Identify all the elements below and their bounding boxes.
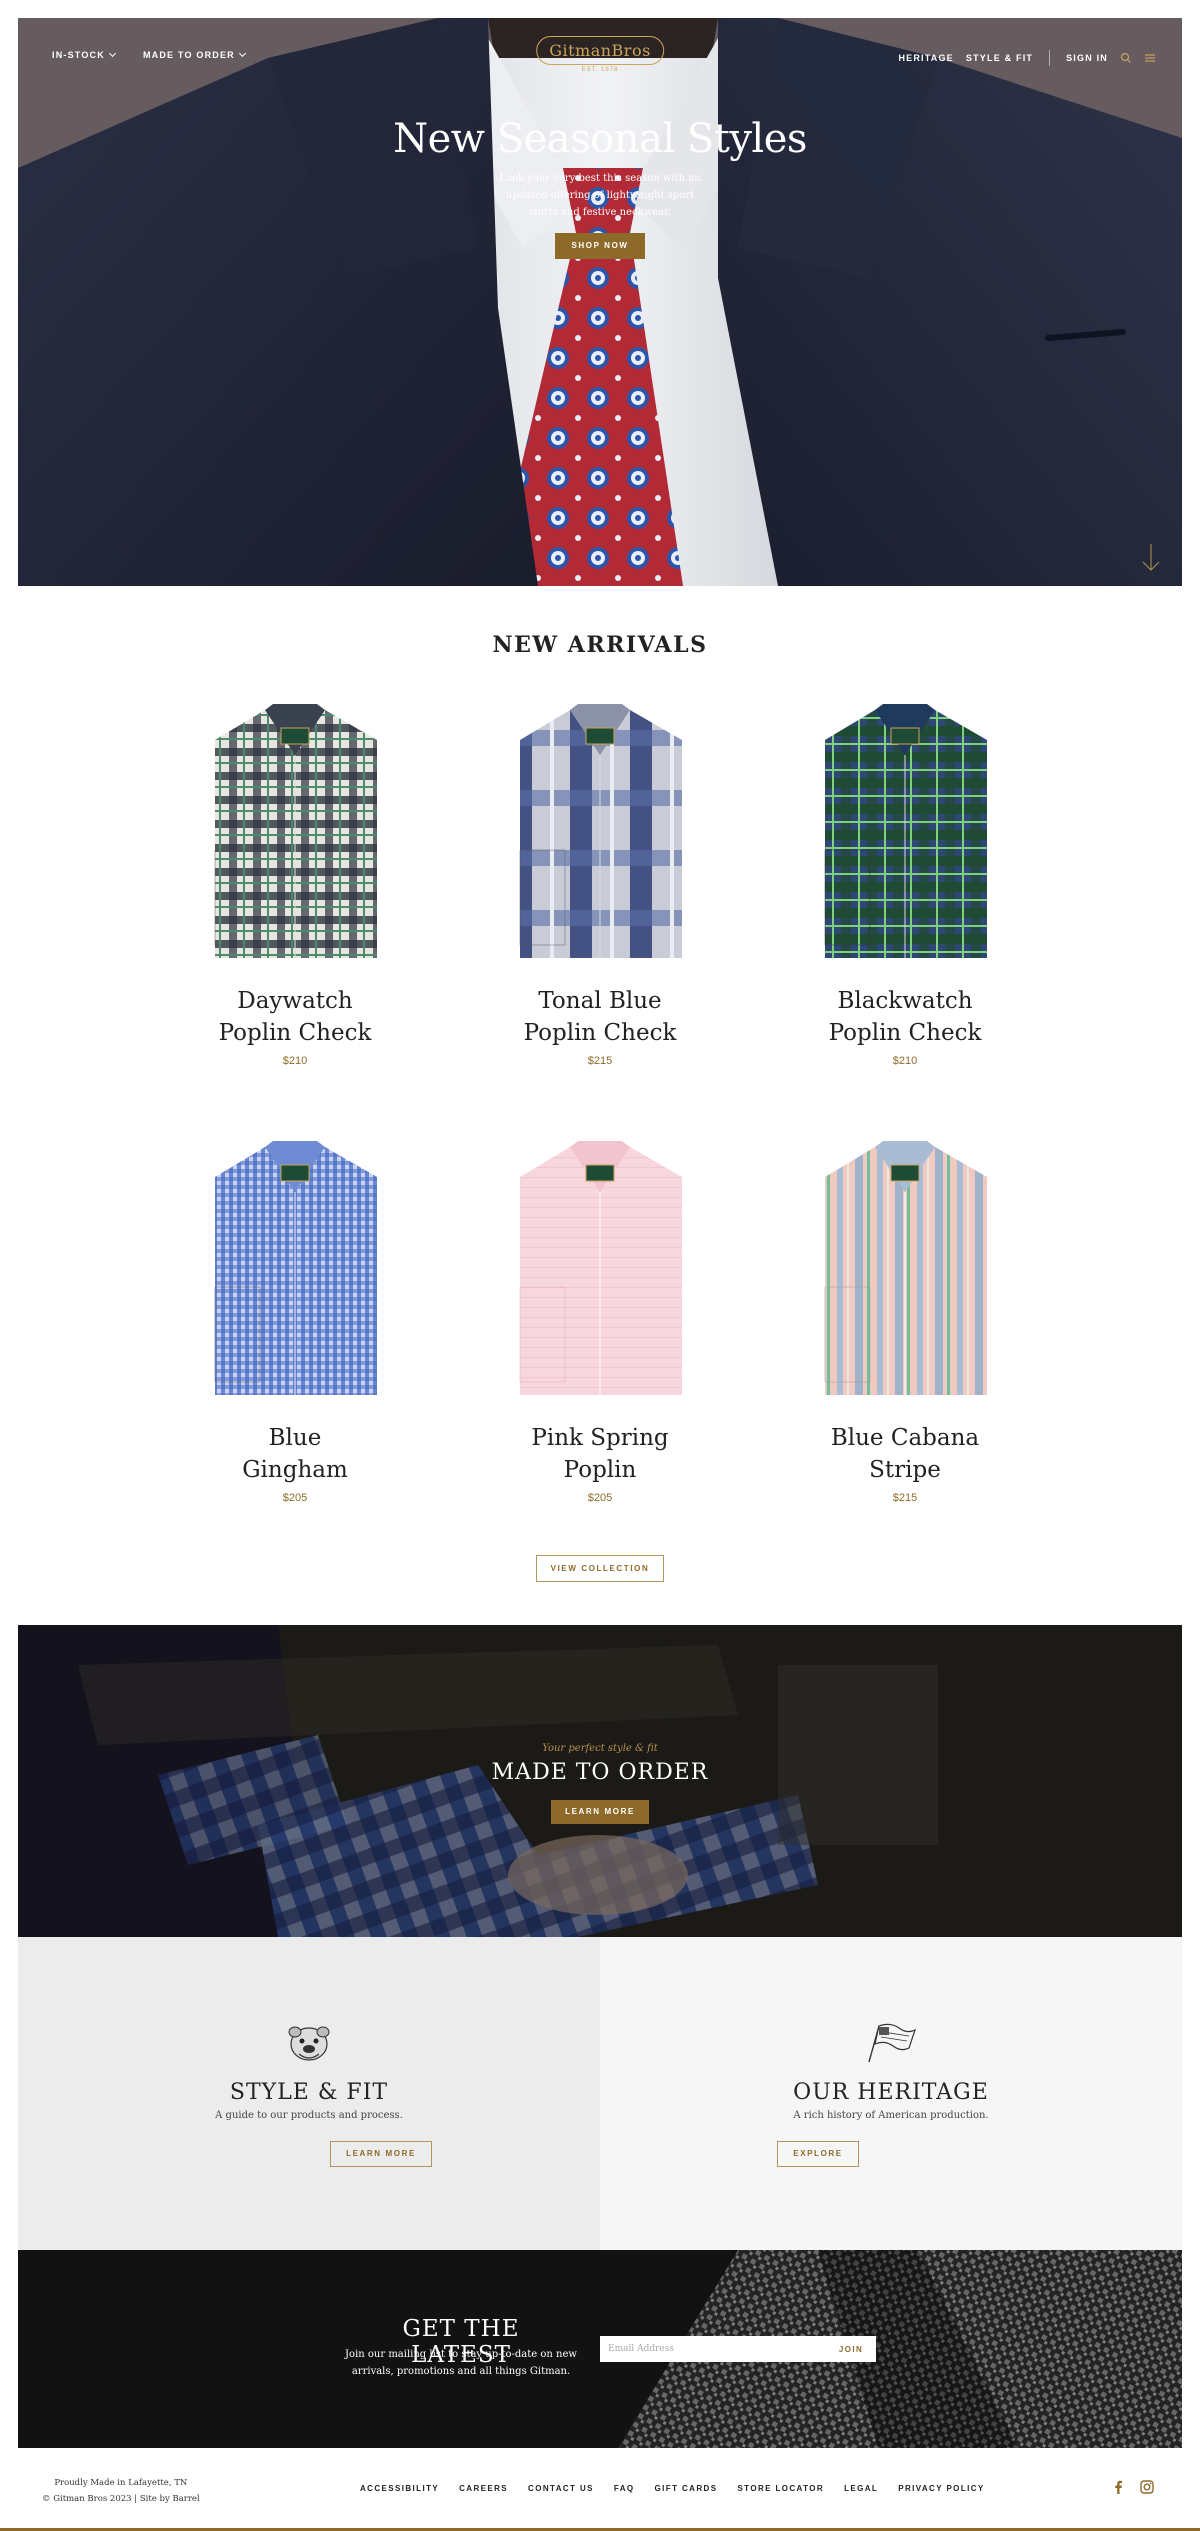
product-card[interactable]: Blue Cabana Stripe $215 (775, 1137, 1035, 1504)
copyright-text[interactable]: © Gitman Bros 2023 | Site by Barrel (42, 2491, 200, 2507)
chevron-down-icon (238, 49, 246, 58)
product-price: $205 (282, 1492, 308, 1504)
footer-link-careers[interactable]: CAREERS (459, 2484, 508, 2493)
menu-icon[interactable] (1144, 52, 1156, 64)
footer-link-gift-cards[interactable]: GIFT CARDS (655, 2484, 718, 2493)
product-card[interactable]: Tonal Blue Poplin Check $215 (470, 700, 730, 1067)
style-fit-learn-more-button[interactable]: LEARN MORE (330, 2141, 432, 2167)
product-price: $215 (587, 1055, 613, 1067)
footer-credits: Proudly Made in Lafayette, TN © Gitman B… (42, 2475, 200, 2507)
product-name[interactable]: Pink Spring Poplin (470, 1422, 730, 1486)
newsletter-form: JOIN (600, 2336, 876, 2362)
search-icon[interactable] (1120, 52, 1132, 64)
instagram-icon[interactable] (1140, 2480, 1154, 2494)
product-price: $215 (892, 1492, 918, 1504)
footer-link-legal[interactable]: LEGAL (844, 2484, 878, 2493)
product-image[interactable] (815, 700, 995, 960)
join-button[interactable]: JOIN (826, 2336, 876, 2362)
hero-image (18, 18, 1182, 586)
product-name[interactable]: Daywatch Poplin Check (165, 985, 425, 1049)
hero-banner: IN-STOCK MADE TO ORDER GitmanBros EST. 1… (18, 18, 1182, 586)
product-card[interactable]: Blue Gingham $205 (165, 1137, 425, 1504)
new-arrivals-title: NEW ARRIVALS (492, 632, 708, 658)
social-links (1112, 2480, 1154, 2494)
made-to-order-kicker: Your perfect style & fit (542, 1743, 658, 1754)
footer-link-contact-us[interactable]: CONTACT US (528, 2484, 594, 2493)
footer-links: ACCESSIBILITY CAREERS CONTACT US FAQ GIF… (360, 2484, 985, 2493)
style-fit-panel: STYLE & FIT A guide to our products and … (18, 1937, 600, 2250)
product-price: $210 (282, 1055, 308, 1067)
product-image[interactable] (205, 700, 385, 960)
product-name[interactable]: Blue Gingham (165, 1422, 425, 1486)
hero-title: New Seasonal Styles (393, 116, 807, 162)
heritage-title: OUR HERITAGE (793, 2080, 989, 2105)
nav-divider (1049, 50, 1051, 66)
style-fit-subtitle: A guide to our products and process. (215, 2110, 403, 2121)
scroll-down-arrow-icon[interactable] (1142, 544, 1160, 572)
footer-link-privacy-policy[interactable]: PRIVACY POLICY (898, 2484, 984, 2493)
heritage-panel: OUR HERITAGE A rich history of American … (600, 1937, 1182, 2250)
product-name[interactable]: Blue Cabana Stripe (775, 1422, 1035, 1486)
heritage-explore-button[interactable]: EXPLORE (777, 2141, 859, 2167)
hero-subtitle: Look your very best this season with an … (499, 173, 701, 218)
product-image[interactable] (510, 700, 690, 960)
product-card[interactable]: Blackwatch Poplin Check $210 (775, 700, 1035, 1067)
style-fit-title: STYLE & FIT (229, 2080, 389, 2105)
logo-est: EST. 1978 (581, 67, 619, 73)
made-to-order-banner: Your perfect style & fit MADE TO ORDER L… (18, 1625, 1182, 1937)
product-image[interactable] (510, 1137, 690, 1397)
email-input[interactable] (600, 2336, 826, 2362)
footer-link-accessibility[interactable]: ACCESSIBILITY (360, 2484, 439, 2493)
nav-in-stock[interactable]: IN-STOCK (52, 49, 116, 60)
newsletter-subtitle: Join our mailing list to stay up-to-date… (345, 2349, 577, 2377)
facebook-icon[interactable] (1112, 2480, 1124, 2494)
bulldog-icon (288, 2026, 330, 2061)
flag-icon (868, 2023, 917, 2063)
heritage-subtitle: A rich history of American production. (793, 2110, 989, 2121)
newsletter-section: GET THE LATEST Join our mailing list to … (18, 2250, 1182, 2448)
product-price: $205 (587, 1492, 613, 1504)
product-image[interactable] (205, 1137, 385, 1397)
product-name[interactable]: Blackwatch Poplin Check (775, 985, 1035, 1049)
made-to-order-learn-more-button[interactable]: LEARN MORE (551, 1800, 649, 1824)
site-footer: Proudly Made in Lafayette, TN © Gitman B… (0, 2448, 1200, 2531)
site-logo[interactable]: GitmanBros EST. 1978 (536, 36, 664, 73)
nav-style-fit[interactable]: STYLE & FIT (966, 53, 1033, 63)
nav-heritage[interactable]: HERITAGE (898, 53, 953, 63)
logo-wordmark: GitmanBros (536, 36, 664, 65)
nav-sign-in[interactable]: SIGN IN (1066, 53, 1108, 63)
main-nav: IN-STOCK MADE TO ORDER GitmanBros EST. 1… (18, 18, 1182, 98)
shop-now-button[interactable]: SHOP NOW (555, 233, 645, 259)
made-in-text: Proudly Made in Lafayette, TN (54, 2478, 188, 2488)
footer-link-faq[interactable]: FAQ (614, 2484, 635, 2493)
nav-made-to-order[interactable]: MADE TO ORDER (143, 49, 246, 60)
product-image[interactable] (815, 1137, 995, 1397)
product-card[interactable]: Daywatch Poplin Check $210 (165, 700, 425, 1067)
footer-link-store-locator[interactable]: STORE LOCATOR (737, 2484, 824, 2493)
view-collection-button[interactable]: VIEW COLLECTION (536, 1555, 664, 1582)
product-card[interactable]: Pink Spring Poplin $205 (470, 1137, 730, 1504)
product-name[interactable]: Tonal Blue Poplin Check (470, 985, 730, 1049)
product-price: $210 (892, 1055, 918, 1067)
made-to-order-title: MADE TO ORDER (491, 1760, 709, 1785)
chevron-down-icon (108, 49, 116, 58)
